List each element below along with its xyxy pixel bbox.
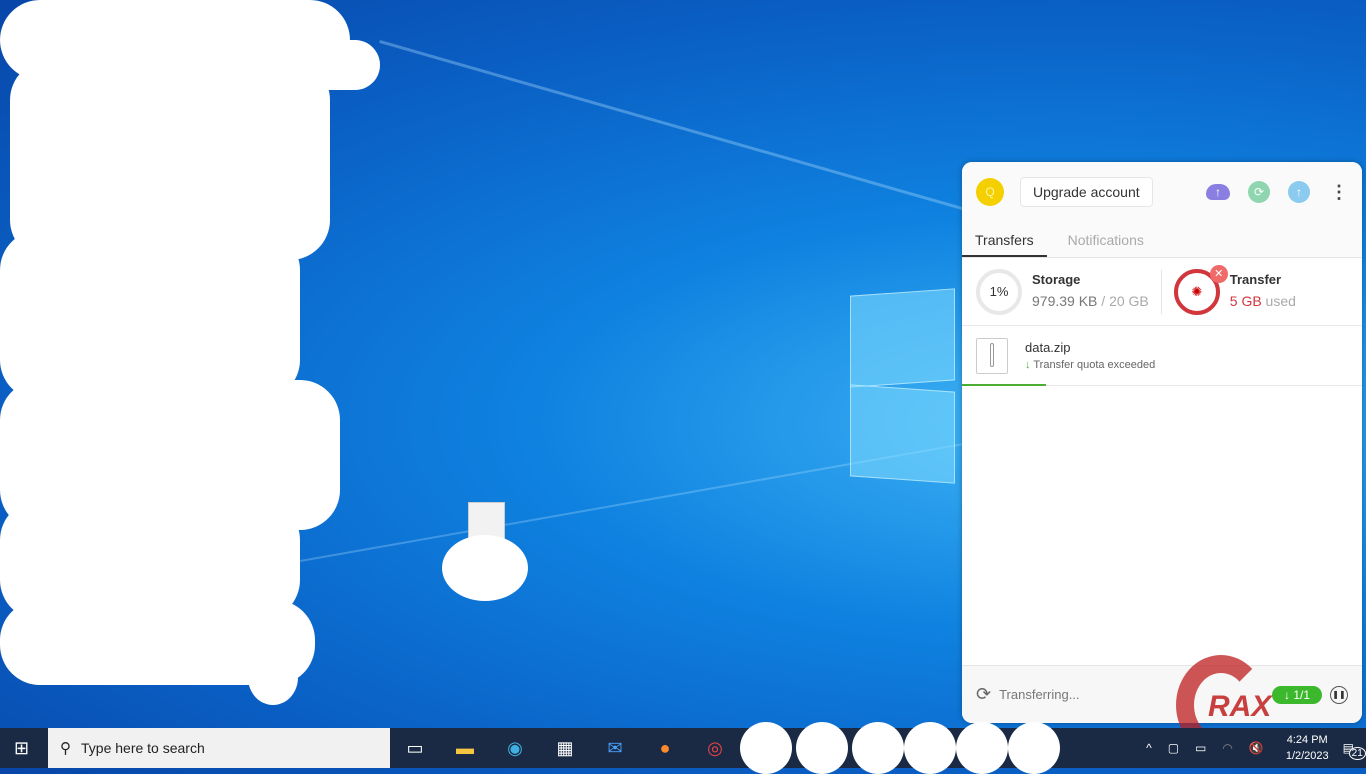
upload-icon[interactable]: ↑ (1288, 181, 1310, 203)
transfer-amount: 5 GB (1229, 293, 1262, 309)
avatar[interactable]: Q (976, 178, 1004, 206)
file-progress-bar (962, 384, 1046, 386)
storage-info: Storage 979.39 KB / 20 GB (1032, 272, 1149, 311)
date: 1/2/2023 (1285, 750, 1329, 762)
download-count: 1/1 (1293, 687, 1310, 702)
windows-wallpaper-logo (850, 280, 955, 490)
store-icon[interactable]: ▦ (540, 738, 590, 759)
quota-summary: 1% Storage 979.39 KB / 20 GB ✺ ✕ Transfe… (962, 258, 1362, 326)
storage-percent: 1% (989, 284, 1009, 299)
transfer-info: Transfer 5 GB used (1230, 272, 1296, 311)
firefox-icon[interactable]: ● (640, 738, 690, 759)
system-tray: ^ ▢ ▭ ◠ 🔇 4:24 PM 1/2/2023 ▤ 21 (1138, 728, 1366, 768)
storage-ring: 1% (976, 268, 1022, 315)
download-arrow-icon: ↓ (1025, 359, 1031, 371)
windows-start-icon[interactable]: ⊞ (14, 738, 29, 759)
chevron-up-icon[interactable]: ^ (1146, 741, 1152, 755)
wifi-icon[interactable]: ◠ (1222, 741, 1232, 755)
file-explorer-icon[interactable]: ▬ (440, 738, 490, 759)
notification-count: 21 (1348, 747, 1366, 760)
error-x-icon: ✕ (1209, 264, 1228, 283)
time: 4:24 PM (1286, 734, 1328, 746)
cloud-upload-icon[interactable]: ↑ (1206, 184, 1230, 200)
tab-notifications[interactable]: Notifications (1055, 222, 1157, 257)
mail-icon[interactable]: ✉ (590, 738, 640, 759)
storage-total: 20 GB (1109, 293, 1149, 309)
storage-used: 979.39 KB (1032, 293, 1098, 309)
taskbar: ⊞ ⚲ Type here to search ▭ ▬ ◉ ▦ ✉ ● ◎ ^ … (0, 722, 1366, 774)
upgrade-account-button[interactable]: Upgrade account (1020, 177, 1153, 207)
panel-footer: ⟳ Transferring... ↓ 1/1 ❚❚ (962, 665, 1362, 723)
more-menu-icon[interactable]: ⋮ (1330, 182, 1348, 203)
redacted-taskbar-icons (740, 722, 1060, 774)
file-name: data.zip (1025, 340, 1071, 355)
tab-bar: Transfers Notifications (962, 222, 1362, 258)
search-placeholder: Type here to search (81, 740, 205, 756)
chrome-icon[interactable]: ◎ (690, 738, 740, 759)
watermark-text: RAX (1208, 690, 1272, 723)
transfer-label: Transfer (1229, 272, 1282, 287)
volume-muted-icon[interactable]: 🔇 (1249, 741, 1264, 755)
zip-file-icon (976, 337, 1008, 374)
divider (1160, 269, 1162, 314)
storage-label: Storage (1032, 272, 1081, 287)
refresh-icon: ⟳ (976, 684, 992, 704)
transfer-suffix: used (1261, 293, 1296, 309)
download-count-badge[interactable]: ↓ 1/1 (1271, 685, 1322, 704)
storage-separator: / (1097, 293, 1110, 309)
clock[interactable]: 4:24 PM 1/2/2023 (1286, 732, 1329, 764)
transfer-status: Transferring... (999, 687, 1080, 702)
notification-center-icon[interactable]: ▤ 21 (1343, 741, 1366, 760)
transfer-ring: ✺ ✕ (1173, 264, 1228, 315)
task-view-icon[interactable]: ▭ (390, 738, 440, 759)
redaction-blob (442, 535, 528, 601)
search-icon: ⚲ (60, 740, 71, 757)
transfer-list-item[interactable]: data.zip ↓ Transfer quota exceeded (962, 326, 1362, 386)
battery-icon[interactable]: ▭ (1195, 741, 1206, 755)
meet-now-icon[interactable]: ▢ (1168, 741, 1179, 755)
search-box[interactable]: ⚲ Type here to search (48, 728, 390, 768)
mega-transfer-panel: Q Upgrade account ↑ ⟳ ↑ ⋮ Transfers Noti… (962, 162, 1362, 723)
tab-transfers[interactable]: Transfers (962, 222, 1047, 257)
edge-icon[interactable]: ◉ (490, 738, 540, 759)
panel-header: Q Upgrade account ↑ ⟳ ↑ ⋮ (962, 162, 1362, 222)
file-status: Transfer quota exceeded (1033, 359, 1156, 371)
sync-icon[interactable]: ⟳ (1248, 181, 1270, 203)
pause-icon[interactable]: ❚❚ (1330, 685, 1348, 704)
